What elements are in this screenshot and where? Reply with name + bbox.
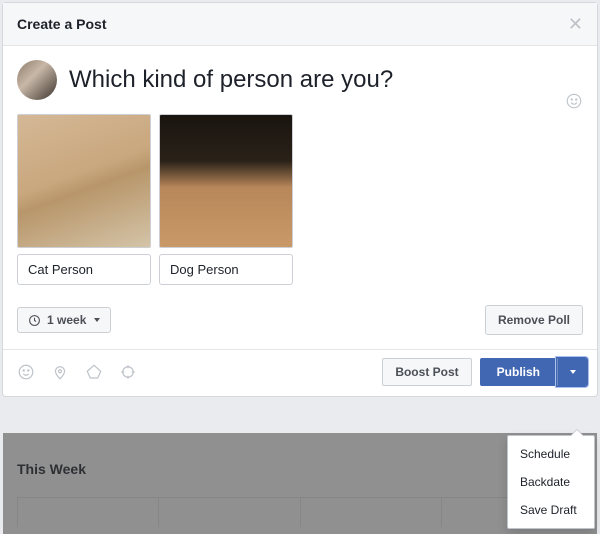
publish-button-group: Publish [480,358,587,386]
post-text-input[interactable]: Which kind of person are you? [69,60,583,95]
boost-post-button[interactable]: Boost Post [382,358,471,386]
poll-options: Cat Person Dog Person [3,106,597,295]
modal-footer: Boost Post Publish [3,349,597,396]
poll-duration-button[interactable]: 1 week [17,307,111,333]
poll-duration-label: 1 week [47,313,86,327]
emoji-icon[interactable] [565,92,583,110]
target-icon[interactable] [119,363,137,381]
poll-controls-row: 1 week Remove Poll [3,295,597,349]
dropdown-item-backdate[interactable]: Backdate [508,468,594,496]
poll-thumbnail-1[interactable] [17,114,151,248]
modal-title: Create a Post [17,16,106,32]
dropdown-item-schedule[interactable]: Schedule [508,440,594,468]
avatar [17,60,57,100]
chevron-down-icon [570,370,576,374]
poll-label-input-1[interactable]: Cat Person [17,254,151,285]
location-pin-icon[interactable] [51,363,69,381]
publish-button[interactable]: Publish [480,358,557,386]
chevron-down-icon [94,318,100,322]
tag-icon[interactable] [85,363,103,381]
poll-option-1: Cat Person [17,114,151,285]
poll-option-2: Dog Person [159,114,293,285]
modal-header: Create a Post ✕ [3,3,597,46]
dropdown-item-save-draft[interactable]: Save Draft [508,496,594,524]
footer-buttons: Boost Post Publish [382,358,587,386]
publish-dropdown-toggle[interactable] [557,358,587,386]
compose-area: Which kind of person are you? [3,46,597,106]
poll-thumbnail-2[interactable] [159,114,293,248]
create-post-modal: Create a Post ✕ Which kind of person are… [3,3,597,396]
publish-dropdown-menu: Schedule Backdate Save Draft [507,435,595,529]
poll-label-input-2[interactable]: Dog Person [159,254,293,285]
clock-icon [28,314,41,327]
smiley-icon[interactable] [17,363,35,381]
close-icon[interactable]: ✕ [568,15,583,33]
remove-poll-button[interactable]: Remove Poll [485,305,583,335]
footer-icon-row [13,363,137,381]
